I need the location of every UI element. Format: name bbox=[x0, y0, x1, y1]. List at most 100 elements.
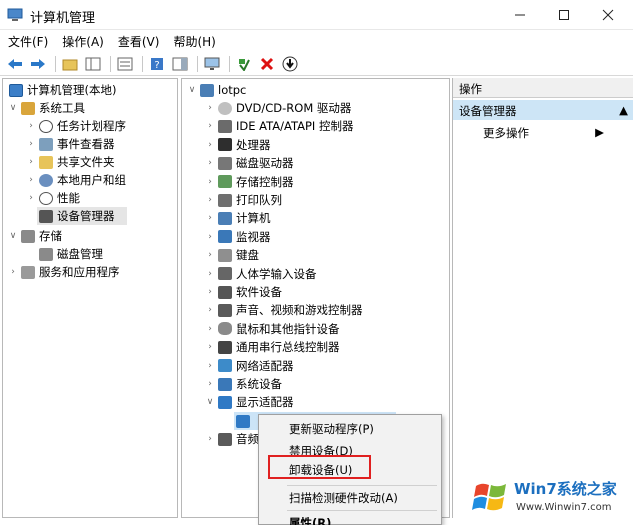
tree-item-disk-management[interactable]: 磁盘管理 bbox=[37, 245, 103, 263]
chevron-right-icon[interactable]: › bbox=[204, 177, 216, 187]
tree-item-storage[interactable]: ∨ 存储 bbox=[7, 227, 62, 245]
software-device-icon bbox=[218, 285, 232, 299]
shared-folder-icon bbox=[39, 155, 53, 169]
monitor-button[interactable] bbox=[202, 54, 222, 74]
tree-label: 服务和应用程序 bbox=[39, 265, 120, 279]
red-x-icon bbox=[260, 57, 274, 70]
device-category-item[interactable]: › 网络适配器 bbox=[204, 357, 293, 375]
usb-icon bbox=[218, 340, 232, 354]
chevron-down-icon[interactable]: ∨ bbox=[7, 103, 19, 113]
chevron-right-icon[interactable]: › bbox=[204, 305, 216, 315]
actions-pane: 操作 设备管理器 ▲ 更多操作 ▶ bbox=[452, 78, 633, 518]
device-category-item[interactable]: › 鼠标和其他指针设备 bbox=[204, 320, 339, 338]
device-category-item[interactable]: › 存储控制器 bbox=[204, 173, 293, 191]
chevron-right-icon[interactable]: › bbox=[25, 193, 37, 203]
chevron-right-icon[interactable]: › bbox=[204, 287, 216, 297]
chevron-right-icon[interactable]: › bbox=[204, 121, 216, 131]
chevron-right-icon[interactable]: › bbox=[204, 269, 216, 279]
computer-icon bbox=[200, 83, 214, 97]
tree-item-event-viewer[interactable]: › 事件查看器 bbox=[25, 135, 114, 153]
mouse-icon bbox=[218, 322, 232, 336]
tree-item-device-manager[interactable]: 设备管理器 bbox=[37, 207, 127, 225]
chevron-right-icon[interactable]: › bbox=[25, 139, 37, 149]
forward-button[interactable] bbox=[28, 54, 48, 74]
device-category-item[interactable]: › IDE ATA/ATAPI 控制器 bbox=[204, 117, 353, 135]
chevron-down-icon[interactable]: ∨ bbox=[7, 231, 19, 241]
category-label: 系统设备 bbox=[236, 377, 282, 391]
device-category-item[interactable]: › DVD/CD-ROM 驱动器 bbox=[204, 99, 351, 117]
menu-action[interactable]: 操作(A) bbox=[62, 33, 104, 50]
close-icon bbox=[602, 9, 614, 21]
collapse-up-icon[interactable]: ▲ bbox=[619, 103, 628, 117]
device-category-item[interactable]: › 通用串行总线控制器 bbox=[204, 338, 339, 356]
chevron-down-icon[interactable]: ∨ bbox=[204, 397, 216, 407]
menu-file[interactable]: 文件(F) bbox=[8, 33, 48, 50]
chevron-right-icon[interactable]: › bbox=[204, 232, 216, 242]
chevron-right-icon[interactable]: › bbox=[25, 175, 37, 185]
storage-icon bbox=[21, 229, 35, 243]
show-action-pane-button[interactable] bbox=[170, 54, 190, 74]
up-folder-button[interactable] bbox=[60, 54, 80, 74]
tree-item-performance[interactable]: › 性能 bbox=[25, 189, 80, 207]
close-button[interactable] bbox=[586, 0, 630, 30]
menu-view[interactable]: 查看(V) bbox=[118, 33, 160, 50]
menu-help[interactable]: 帮助(H) bbox=[173, 33, 215, 50]
ctx-properties[interactable]: 属性(R) bbox=[289, 515, 331, 525]
windows-logo-icon bbox=[472, 483, 506, 511]
minimize-button[interactable] bbox=[498, 0, 542, 30]
device-tree-root[interactable]: ∨ lotpc bbox=[186, 81, 247, 99]
maximize-button[interactable] bbox=[542, 0, 586, 30]
back-button[interactable] bbox=[5, 54, 25, 74]
chevron-right-icon[interactable]: › bbox=[204, 140, 216, 150]
category-label: IDE ATA/ATAPI 控制器 bbox=[236, 119, 354, 134]
users-icon bbox=[39, 173, 53, 187]
device-category-item[interactable]: › 键盘 bbox=[204, 246, 259, 264]
chevron-right-icon[interactable]: › bbox=[204, 195, 216, 205]
device-category-item[interactable]: › 软件设备 bbox=[204, 283, 282, 301]
chevron-right-icon[interactable]: › bbox=[204, 213, 216, 223]
help-button[interactable]: ? bbox=[147, 54, 167, 74]
tree-item-shared-folders[interactable]: › 共享文件夹 bbox=[25, 153, 114, 171]
computer-icon bbox=[218, 211, 232, 225]
device-category-item[interactable]: ∨ 显示适配器 bbox=[204, 393, 294, 411]
properties-sheet-button[interactable] bbox=[115, 54, 135, 74]
device-category-item[interactable]: › 打印队列 bbox=[204, 191, 282, 209]
update-driver-button[interactable] bbox=[280, 54, 300, 74]
uninstall-device-button[interactable] bbox=[257, 54, 277, 74]
device-category-item[interactable]: › 声音、视频和游戏控制器 bbox=[204, 301, 362, 319]
device-category-item[interactable]: › 磁盘驱动器 bbox=[204, 154, 293, 172]
tree-item-task-scheduler[interactable]: › 任务计划程序 bbox=[25, 117, 126, 135]
disk-icon bbox=[39, 247, 53, 261]
show-tree-button[interactable] bbox=[83, 54, 103, 74]
chevron-right-icon[interactable]: › bbox=[7, 267, 19, 277]
tree-item-computer-management[interactable]: 计算机管理(本地) bbox=[7, 81, 116, 99]
category-label: 监视器 bbox=[236, 229, 271, 244]
tree-label: 存储 bbox=[39, 229, 62, 243]
actions-section-device-manager[interactable]: 设备管理器 ▲ bbox=[453, 100, 633, 120]
device-category-item[interactable]: › 监视器 bbox=[204, 228, 271, 246]
chevron-right-icon[interactable]: › bbox=[25, 121, 37, 131]
chevron-right-icon[interactable]: › bbox=[204, 324, 216, 334]
more-actions-item[interactable]: 更多操作 ▶ bbox=[453, 122, 633, 142]
chevron-right-icon[interactable]: › bbox=[25, 157, 37, 167]
device-category-audio[interactable]: › 音频 bbox=[204, 430, 259, 448]
enable-device-button[interactable] bbox=[234, 54, 254, 74]
ctx-scan-hardware[interactable]: 扫描检测硬件改动(A) bbox=[289, 490, 398, 506]
chevron-right-icon[interactable]: › bbox=[204, 379, 216, 389]
tree-item-services-apps[interactable]: › 服务和应用程序 bbox=[7, 263, 120, 281]
device-category-item[interactable]: › 人体学输入设备 bbox=[204, 265, 316, 283]
device-category-item[interactable]: › 计算机 bbox=[204, 209, 270, 227]
device-category-item[interactable]: › 系统设备 bbox=[204, 375, 282, 393]
chevron-right-icon[interactable]: › bbox=[204, 342, 216, 352]
tree-item-local-users[interactable]: › 本地用户和组 bbox=[25, 171, 126, 189]
chevron-right-icon[interactable]: › bbox=[204, 158, 216, 168]
chevron-down-icon[interactable]: ∨ bbox=[186, 85, 198, 95]
ctx-update-driver[interactable]: 更新驱动程序(P) bbox=[289, 421, 374, 437]
display-adapter-icon bbox=[218, 395, 232, 409]
chevron-right-icon[interactable]: › bbox=[204, 434, 216, 444]
chevron-right-icon[interactable]: › bbox=[204, 103, 216, 113]
device-category-item[interactable]: › 处理器 bbox=[204, 136, 270, 154]
tree-item-system-tools[interactable]: ∨ 系统工具 bbox=[7, 99, 85, 117]
chevron-right-icon[interactable]: › bbox=[204, 250, 216, 260]
chevron-right-icon[interactable]: › bbox=[204, 361, 216, 371]
